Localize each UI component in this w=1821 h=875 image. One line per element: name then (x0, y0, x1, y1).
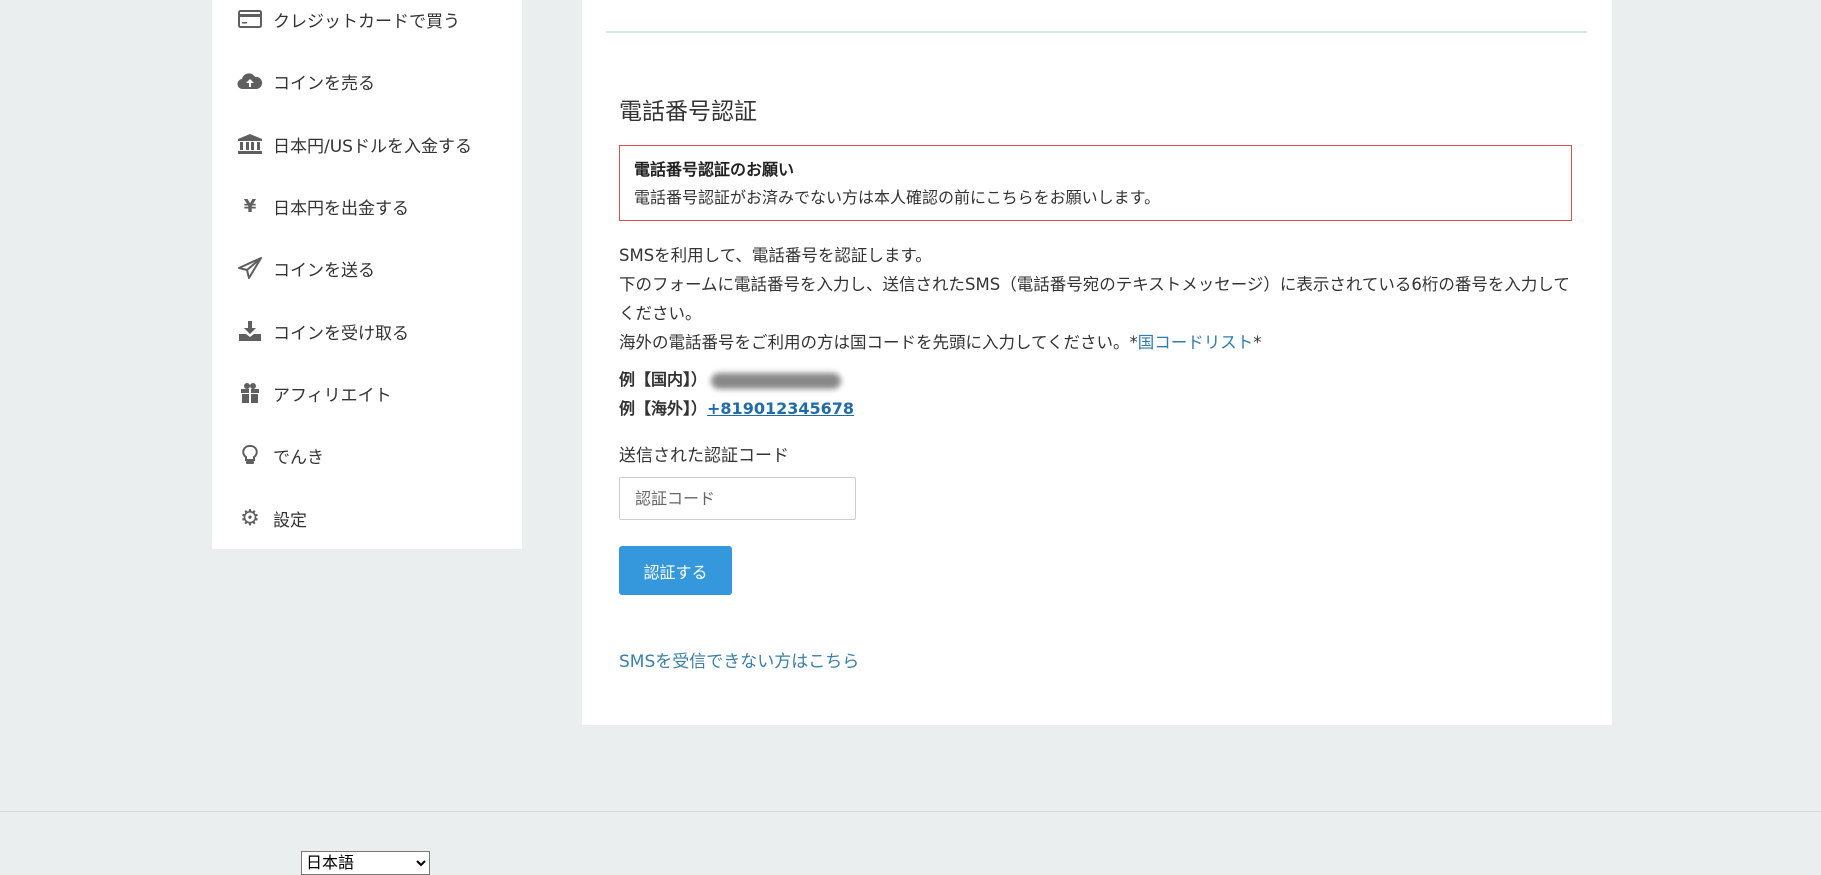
divider (606, 31, 1587, 33)
sidebar-item-settings[interactable]: ⚙ 設定 (236, 503, 307, 533)
instruction-text: 海外の電話番号をご利用の方は国コードを先頭に入力してください。* (619, 333, 1138, 352)
verification-code-input[interactable] (619, 477, 856, 520)
code-label: 送信された認証コード (619, 446, 789, 466)
notice-box: 電話番号認証のお願い 電話番号認証がお済みでない方は本人確認の前にこちらをお願い… (619, 145, 1572, 221)
gear-icon: ⚙ (240, 505, 260, 531)
language-select[interactable]: 日本語 (301, 851, 430, 875)
credit-card-icon (236, 8, 264, 30)
verify-button[interactable]: 認証する (619, 546, 732, 595)
gift-icon (236, 382, 264, 404)
footer-divider (0, 811, 1821, 812)
instructions: SMSを利用して、電話番号を認証します。 下のフォームに電話番号を入力し、送信さ… (619, 241, 1579, 357)
download-icon (236, 320, 264, 342)
redacted-phone-number (711, 372, 842, 389)
sidebar-item-label: コインを受け取る (273, 323, 409, 344)
notice-body: 電話番号認証がお済みでない方は本人確認の前にこちらをお願いします。 (634, 188, 1161, 207)
instruction-line: 海外の電話番号をご利用の方は国コードを先頭に入力してください。*国コードリスト* (619, 328, 1579, 357)
sidebar-item-label: 設定 (273, 510, 307, 531)
notice-title: 電話番号認証のお願い (634, 160, 795, 179)
sidebar-item-withdraw[interactable]: ¥ 日本円を出金する (236, 191, 409, 221)
sidebar-item-label: でんき (273, 447, 324, 468)
sidebar-item-electricity[interactable]: でんき (236, 440, 324, 470)
example-label: 例【海外】） (619, 399, 708, 418)
sms-help-link[interactable]: SMSを受信できない方はこちら (619, 647, 859, 672)
sidebar-item-affiliate[interactable]: アフィリエイト (236, 378, 392, 408)
phone-verification-panel: 電話番号認証 電話番号認証のお願い 電話番号認証がお済みでない方は本人確認の前に… (582, 0, 1612, 725)
example-label: 例【国内】） (619, 370, 708, 389)
instruction-line: 下のフォームに電話番号を入力し、送信されたSMS（電話番号宛のテキストメッセージ… (619, 275, 1570, 323)
sidebar-item-label: コインを送る (273, 260, 375, 281)
sidebar-item-label: クレジットカードで買う (273, 11, 460, 32)
sidebar-item-sell-coin[interactable]: コインを売る (236, 66, 375, 96)
sidebar-item-credit-card[interactable]: クレジットカードで買う (236, 4, 460, 34)
bank-icon (236, 133, 264, 155)
sidebar-item-receive-coin[interactable]: コインを受け取る (236, 316, 409, 346)
cloud-upload-icon (236, 70, 264, 92)
paper-plane-icon (236, 257, 264, 279)
country-code-list-link[interactable]: 国コードリスト (1138, 333, 1254, 352)
sidebar: クレジットカードで買う コインを売る 日本円/USドルを入金する ¥ 日本円を出… (212, 0, 522, 549)
example-overseas: 例【海外】）+819012345678 (619, 395, 854, 419)
lightbulb-icon (236, 444, 264, 466)
sidebar-item-label: コインを売る (273, 73, 375, 94)
example-domestic: 例【国内】） (619, 366, 842, 390)
page-title: 電話番号認証 (619, 99, 757, 125)
sidebar-item-label: 日本円/USドルを入金する (273, 136, 472, 157)
yen-icon: ¥ (243, 195, 257, 217)
sidebar-item-label: 日本円を出金する (273, 198, 409, 219)
sidebar-item-send-coin[interactable]: コインを送る (236, 253, 375, 283)
sidebar-item-label: アフィリエイト (273, 385, 392, 406)
example-overseas-number[interactable]: +819012345678 (707, 399, 854, 418)
instruction-line: SMSを利用して、電話番号を認証します。 (619, 246, 932, 265)
instruction-text: * (1253, 333, 1262, 352)
sidebar-item-deposit[interactable]: 日本円/USドルを入金する (236, 129, 472, 159)
